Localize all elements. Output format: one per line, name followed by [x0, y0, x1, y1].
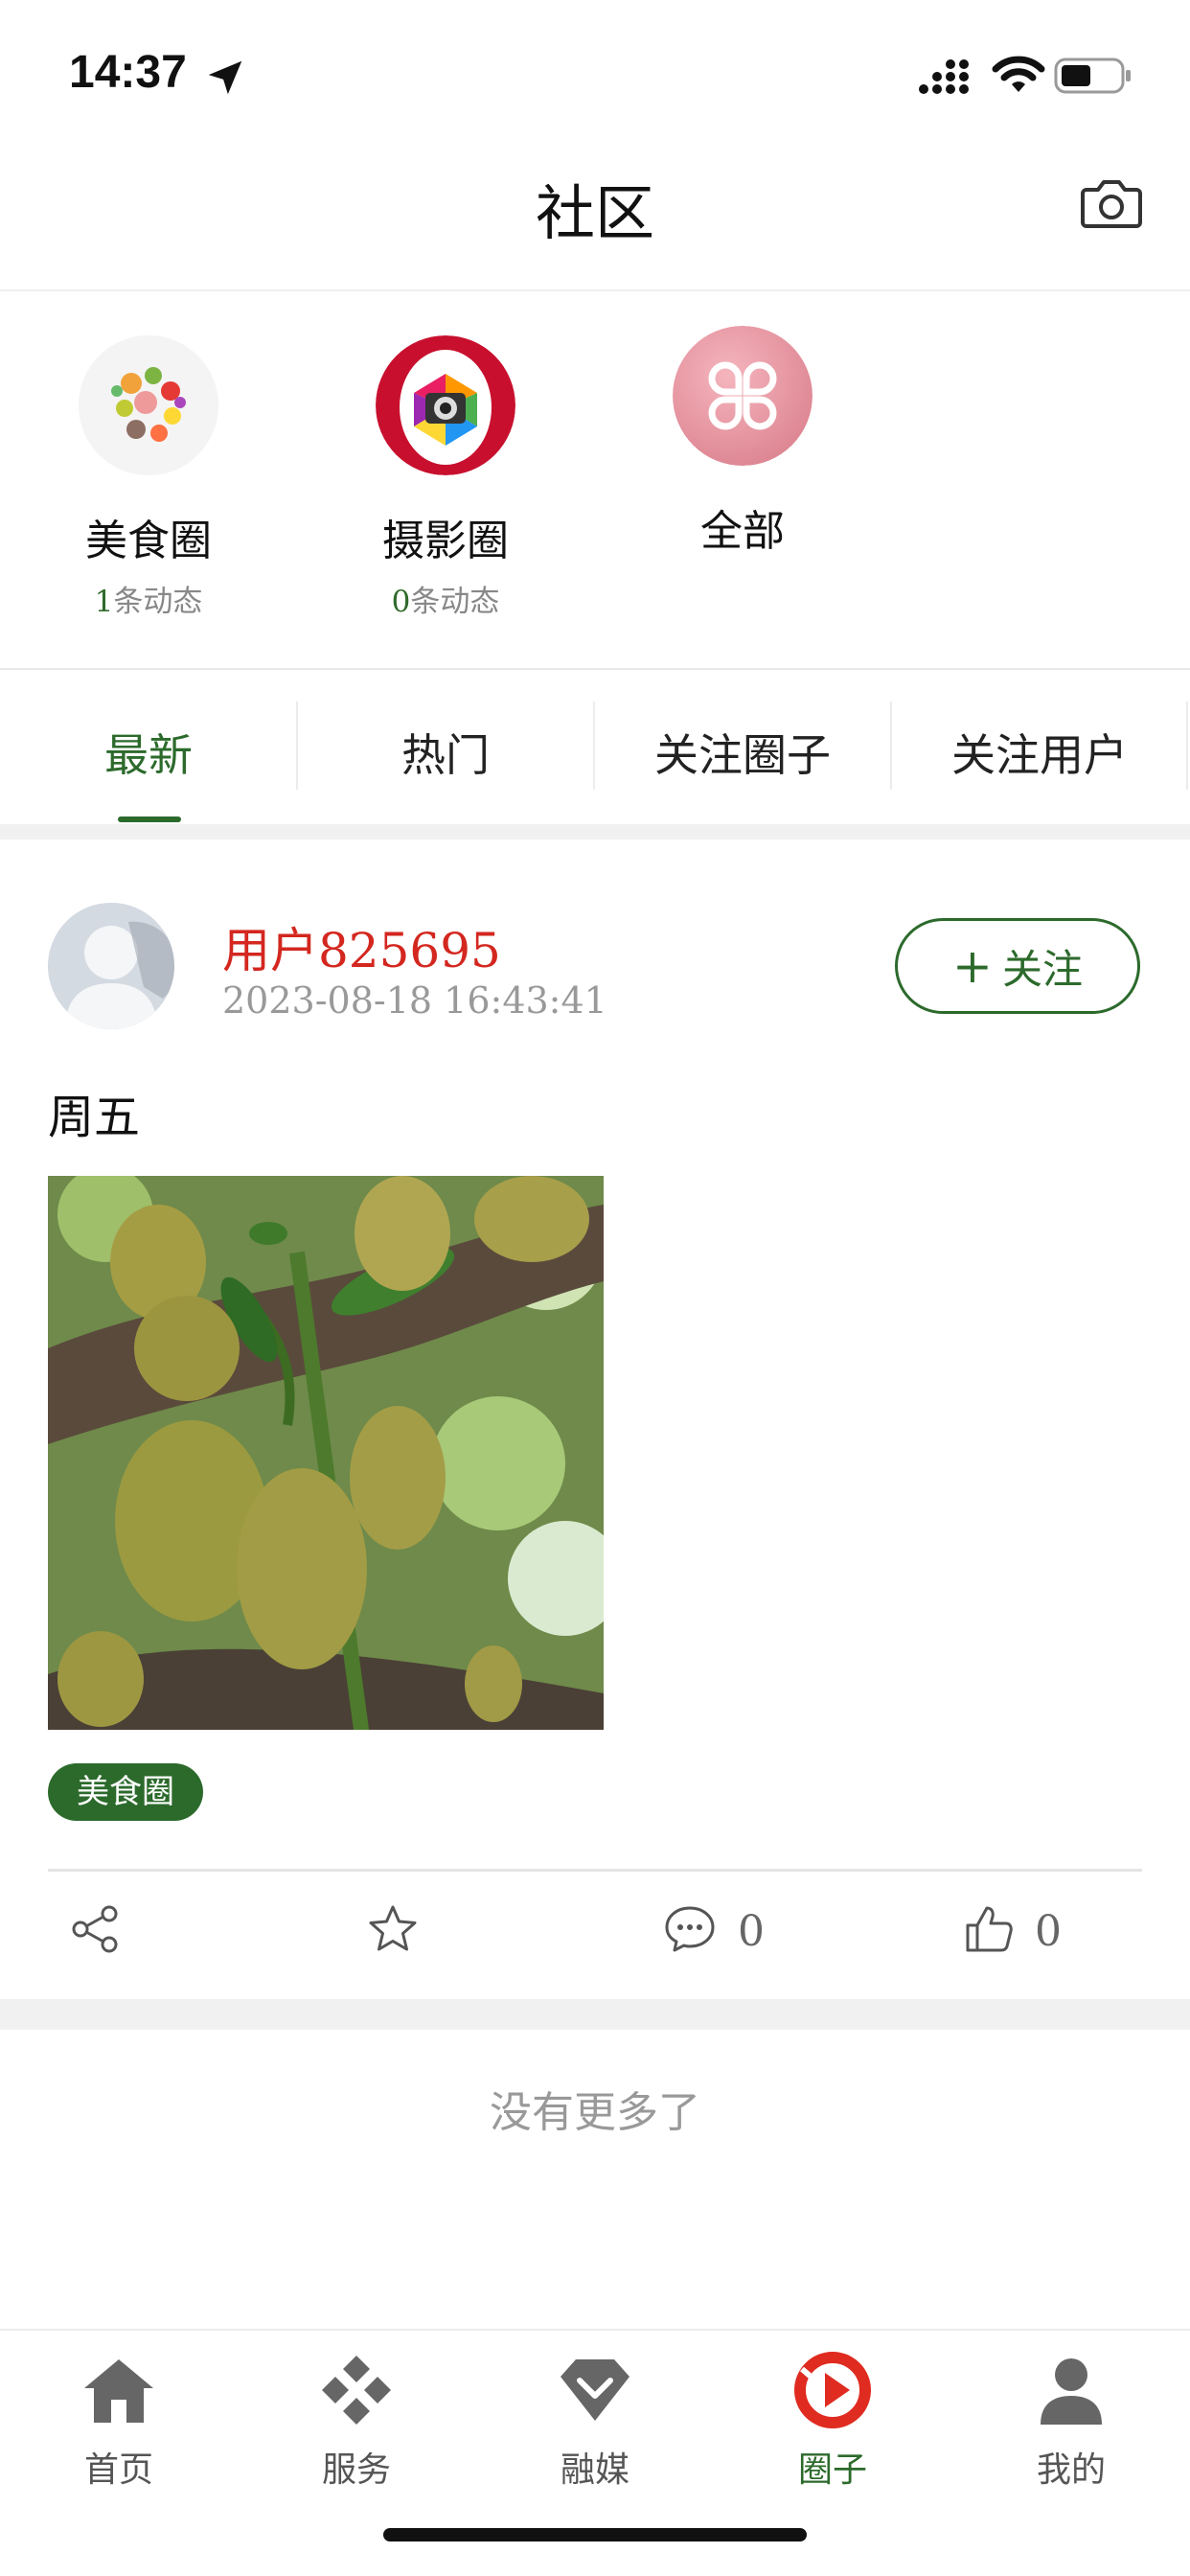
count-number: 0 [391, 585, 411, 619]
wifi-icon [992, 56, 1045, 92]
nav-label: 融媒 [560, 2450, 629, 2490]
section-gap [0, 1999, 1190, 2030]
count-suffix: 条动态 [410, 585, 500, 619]
nav-label: 首页 [83, 2450, 153, 2490]
section-gap [0, 824, 1190, 840]
circles-divider [0, 668, 1190, 670]
comment-icon[interactable] [663, 1902, 717, 1956]
circle-item-all[interactable]: 全部 [618, 326, 867, 575]
circle-post-count: 1条动态 [24, 577, 273, 620]
circle-name: 全部 [700, 507, 785, 556]
star-icon[interactable] [366, 1902, 420, 1956]
services-icon [322, 2356, 391, 2425]
post-username[interactable]: 用户825695 [222, 912, 501, 981]
circle-name: 美食圈 [85, 517, 212, 565]
circle-item-photography[interactable]: 摄影圈 0条动态 [321, 335, 570, 623]
nav-home[interactable]: 首页 [0, 2344, 238, 2507]
home-indicator [383, 2528, 807, 2542]
circle-item-food[interactable]: 美食圈 1条动态 [24, 335, 273, 623]
follow-label: 关注 [1001, 945, 1083, 993]
header-divider [0, 289, 1190, 291]
count-number: 1 [94, 585, 114, 619]
cellular-signal-icon [919, 59, 969, 94]
tab-separator [1186, 702, 1188, 790]
like-icon[interactable] [962, 1902, 1016, 1956]
profile-icon [1041, 2358, 1102, 2425]
feed-end-text: 没有更多了 [490, 2088, 700, 2137]
media-icon [561, 2359, 629, 2421]
plus-icon: + [952, 938, 993, 994]
active-tab-indicator [118, 816, 181, 822]
bottom-nav-divider [0, 2329, 1190, 2331]
photography-circle-avatar [376, 335, 515, 475]
tab-followed-circles[interactable]: 关注圈子 [594, 721, 891, 784]
comment-count: 0 [738, 1907, 765, 1956]
post-text: 周五 [48, 1091, 141, 1144]
tab-hot[interactable]: 热门 [297, 721, 594, 784]
camera-icon[interactable] [1081, 176, 1142, 230]
tab-latest[interactable]: 最新 [0, 721, 297, 784]
battery-icon [1054, 58, 1131, 94]
nav-label: 我的 [1036, 2450, 1106, 2490]
home-icon [84, 2359, 153, 2423]
nav-label: 圈子 [797, 2450, 867, 2490]
nav-media[interactable]: 融媒 [476, 2344, 714, 2507]
post-divider [48, 1869, 1142, 1872]
circle-icon [794, 2352, 871, 2428]
follow-button[interactable]: + 关注 [895, 918, 1140, 1014]
like-count: 0 [1035, 1907, 1062, 1956]
nav-circle[interactable]: 圈子 [714, 2344, 951, 2507]
food-circle-avatar [79, 335, 218, 475]
count-suffix: 条动态 [113, 585, 203, 619]
nav-profile[interactable]: 我的 [952, 2344, 1190, 2507]
post-timestamp: 2023-08-18 16:43:41 [222, 979, 607, 1022]
post-image[interactable] [48, 1176, 604, 1730]
circle-post-count: 0条动态 [321, 577, 570, 620]
circle-name: 摄影圈 [382, 517, 509, 565]
avatar[interactable] [48, 903, 174, 1029]
post-circle-tag[interactable]: 美食圈 [48, 1763, 203, 1821]
share-icon[interactable] [69, 1902, 123, 1956]
all-circles-icon [673, 326, 812, 466]
status-time: 14:37 [69, 47, 187, 98]
nav-label: 服务 [321, 2450, 391, 2490]
page-title: 社区 [535, 178, 654, 248]
location-arrow-icon [208, 60, 242, 95]
tab-followed-users[interactable]: 关注用户 [891, 721, 1188, 784]
nav-services[interactable]: 服务 [238, 2344, 475, 2507]
